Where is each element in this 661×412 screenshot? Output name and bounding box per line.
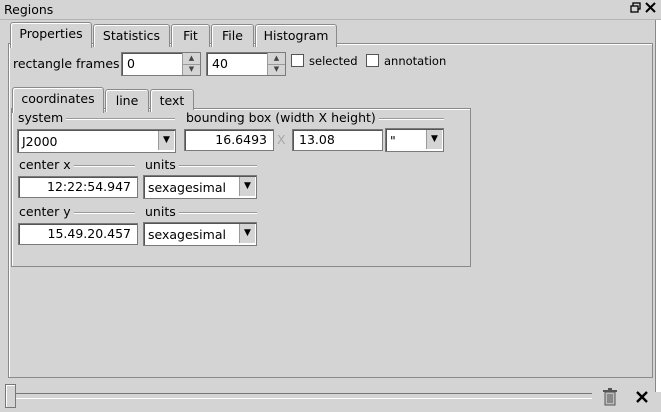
right-edge-strip — [655, 20, 661, 392]
selected-checkbox[interactable] — [291, 54, 304, 67]
tab-file[interactable]: File — [211, 24, 254, 47]
center-x-field[interactable]: 12:22:54.947 — [18, 176, 138, 198]
chevron-down-icon[interactable]: ▼ — [158, 131, 174, 150]
system-combo[interactable]: J2000 ▼ — [17, 129, 176, 153]
frame-end-spinbox[interactable]: 40 ▲ ▼ — [206, 52, 286, 76]
spin-down-icon[interactable]: ▼ — [183, 64, 200, 75]
close-icon[interactable] — [635, 390, 649, 407]
bbox-units-combo[interactable]: " ▼ — [385, 128, 444, 152]
window-title: Regions — [4, 2, 54, 17]
frame-slider-handle[interactable] — [5, 384, 16, 408]
x-separator: X — [277, 132, 286, 147]
annotation-checkbox[interactable] — [366, 54, 379, 67]
selected-label: selected — [309, 54, 358, 68]
center-x-group-header: center x — [19, 157, 135, 172]
center-x-units-combo[interactable]: sexagesimal ▼ — [143, 175, 257, 199]
chevron-down-icon[interactable]: ▼ — [426, 130, 442, 149]
tab-coordinates[interactable]: coordinates — [12, 87, 104, 113]
frame-slider-track[interactable] — [10, 393, 592, 399]
chevron-down-icon[interactable]: ▼ — [239, 177, 255, 196]
annotation-label: annotation — [384, 54, 447, 68]
center-y-units-combo[interactable]: sexagesimal ▼ — [143, 222, 257, 246]
bbox-height-field[interactable]: 13.08 — [292, 129, 383, 151]
title-bar: Regions — [0, 0, 661, 20]
bbox-width-field[interactable]: 16.6493 — [184, 129, 274, 151]
frame-start-spinbox[interactable]: 0 ▲ ▼ — [121, 52, 201, 76]
bounding-box-group-header: bounding box (width X height) — [186, 110, 444, 125]
center-y-field[interactable]: 15.49.20.457 — [18, 223, 138, 245]
tab-statistics[interactable]: Statistics — [93, 24, 170, 47]
center-y-units-group-header: units — [145, 204, 257, 219]
center-x-units-group-header: units — [145, 157, 257, 172]
tab-properties[interactable]: Properties — [10, 22, 92, 48]
rectangle-frames-label: rectangle frames — [13, 56, 120, 71]
tab-histogram[interactable]: Histogram — [255, 24, 337, 47]
chevron-down-icon[interactable]: ▼ — [239, 224, 255, 243]
tab-line[interactable]: line — [105, 89, 149, 112]
trash-icon[interactable] — [602, 388, 618, 409]
tab-fit[interactable]: Fit — [171, 24, 210, 47]
close-icon[interactable] — [645, 2, 656, 16]
tab-text[interactable]: text — [150, 89, 194, 112]
spin-down-icon[interactable]: ▼ — [268, 64, 285, 75]
center-y-group-header: center y — [19, 204, 135, 219]
restore-icon[interactable] — [630, 2, 642, 17]
